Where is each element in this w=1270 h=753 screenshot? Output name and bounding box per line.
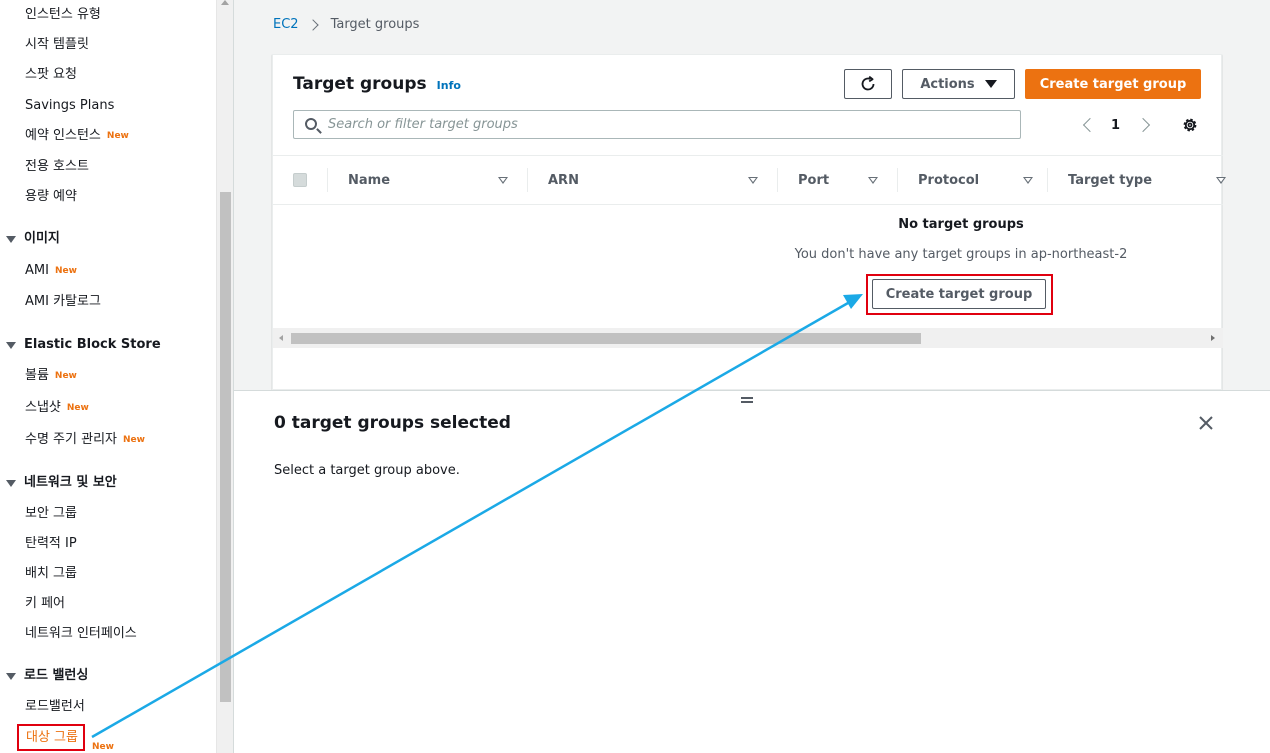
sort-icon[interactable]: [498, 177, 508, 184]
breadcrumb: EC2 Target groups: [273, 17, 419, 32]
sidebar-item-savings-plans[interactable]: Savings Plans: [25, 97, 114, 115]
sidebar-section-load-balancing[interactable]: 로드 밸런싱: [6, 667, 88, 685]
sidebar-item-key-pairs[interactable]: 키 페어: [25, 595, 65, 613]
sidebar-item-elastic-ips[interactable]: 탄력적 IP: [25, 535, 77, 553]
caret-down-icon: [6, 672, 16, 680]
pagination: 1: [1079, 113, 1154, 137]
sidebar-item-volumes[interactable]: 볼륨 New: [25, 367, 77, 385]
sort-icon[interactable]: [748, 177, 758, 184]
panel-header: Target groups Info: [293, 74, 461, 94]
column-header-arn[interactable]: ARN: [548, 156, 778, 204]
sort-icon[interactable]: [1023, 177, 1033, 184]
sidebar-section-network[interactable]: 네트워크 및 보안: [6, 474, 117, 492]
new-badge: New: [123, 435, 145, 445]
column-header-port[interactable]: Port: [798, 156, 898, 204]
create-target-group-empty-button[interactable]: Create target group: [872, 279, 1046, 309]
page-number[interactable]: 1: [1111, 118, 1120, 133]
scroll-up-arrow-icon[interactable]: [221, 0, 229, 5]
column-divider: [327, 168, 328, 192]
column-header-target-type[interactable]: Target type: [1068, 156, 1226, 204]
column-divider: [897, 168, 898, 192]
sidebar-item-security-groups[interactable]: 보안 그룹: [25, 505, 77, 523]
column-divider: [1047, 168, 1048, 192]
sidebar-scroll-thumb[interactable]: [220, 192, 231, 702]
gear-icon[interactable]: [1181, 116, 1199, 134]
sidebar-item-spot-requests[interactable]: 스팟 요청: [25, 66, 77, 84]
new-badge: New: [106, 131, 129, 141]
sidebar-item-reserved-instances[interactable]: 예약 인스턴스 New: [25, 127, 129, 145]
new-badge: New: [66, 403, 89, 413]
sidebar: 인스턴스 유형 시작 템플릿 스팟 요청 Savings Plans 예약 인스…: [0, 0, 216, 753]
sidebar-item-launch-templates[interactable]: 시작 템플릿: [25, 36, 89, 54]
sidebar-item-placement-groups[interactable]: 배치 그룹: [25, 565, 77, 583]
search-icon: [305, 118, 317, 130]
create-target-group-button[interactable]: Create target group: [1025, 69, 1201, 99]
page-title: Target groups: [293, 74, 427, 94]
new-badge: New: [54, 371, 77, 381]
sidebar-section-images[interactable]: 이미지: [6, 230, 60, 248]
horizontal-scrollbar[interactable]: [273, 328, 1223, 348]
new-badge: New: [92, 742, 114, 752]
empty-state-message: You don't have any target groups in ap-n…: [794, 247, 1128, 262]
column-divider: [777, 168, 778, 192]
main-content: EC2 Target groups Target groups Info Act…: [234, 0, 1270, 390]
column-header-name[interactable]: Name: [348, 156, 528, 204]
scroll-left-arrow-icon[interactable]: [279, 335, 283, 341]
sidebar-item-ami[interactable]: AMI New: [25, 262, 77, 280]
sidebar-item-target-groups[interactable]: 대상 그룹 New: [17, 724, 114, 752]
sidebar-item-lifecycle-manager[interactable]: 수명 주기 관리자 New: [25, 431, 145, 449]
details-split-panel: 0 target groups selected Select a target…: [234, 390, 1270, 753]
sidebar-item-network-interfaces[interactable]: 네트워크 인터페이스: [25, 625, 137, 643]
breadcrumb-ec2-link[interactable]: EC2: [273, 17, 299, 32]
chevron-left-icon[interactable]: [1082, 117, 1098, 133]
breadcrumb-current: Target groups: [330, 17, 420, 32]
horizontal-scroll-thumb[interactable]: [291, 333, 921, 344]
sidebar-item-instance-types[interactable]: 인스턴스 유형: [25, 6, 101, 24]
sidebar-item-snapshots[interactable]: 스냅샷 New: [25, 399, 89, 417]
new-badge: New: [54, 266, 77, 276]
sidebar-item-dedicated-hosts[interactable]: 전용 호스트: [25, 158, 89, 176]
resize-handle-icon[interactable]: [741, 397, 753, 403]
refresh-button[interactable]: [844, 69, 892, 99]
select-all-checkbox[interactable]: [293, 173, 307, 187]
search-input[interactable]: Search or filter target groups: [293, 110, 1021, 139]
sidebar-section-ebs[interactable]: Elastic Block Store: [6, 336, 161, 354]
table-header: Name ARN Port Protocol Target type: [273, 155, 1226, 205]
empty-state-title: No target groups: [898, 217, 1024, 232]
details-title: 0 target groups selected: [274, 413, 511, 433]
sort-icon[interactable]: [868, 177, 878, 184]
actions-dropdown[interactable]: Actions: [902, 69, 1015, 99]
details-message: Select a target group above.: [274, 463, 460, 478]
caret-down-icon: [6, 479, 16, 487]
scroll-right-arrow-icon[interactable]: [1211, 335, 1215, 341]
caret-down-icon: [984, 80, 997, 88]
sidebar-scrollbar[interactable]: [216, 0, 233, 753]
sidebar-item-ami-catalog[interactable]: AMI 카탈로그: [25, 293, 101, 311]
chevron-right-icon[interactable]: [1135, 117, 1151, 133]
caret-down-icon: [6, 235, 16, 243]
column-header-protocol[interactable]: Protocol: [918, 156, 1048, 204]
sort-icon[interactable]: [1216, 177, 1226, 184]
caret-down-icon: [6, 341, 16, 349]
target-groups-panel: Target groups Info Actions Create target…: [272, 54, 1226, 390]
info-link[interactable]: Info: [437, 79, 461, 92]
refresh-icon: [861, 75, 875, 91]
chevron-right-icon: [306, 18, 319, 31]
column-divider: [527, 168, 528, 192]
sidebar-item-load-balancers[interactable]: 로드밸런서: [25, 698, 85, 716]
sidebar-item-capacity-reservations[interactable]: 용량 예약: [25, 188, 77, 206]
close-icon[interactable]: [1198, 415, 1214, 431]
